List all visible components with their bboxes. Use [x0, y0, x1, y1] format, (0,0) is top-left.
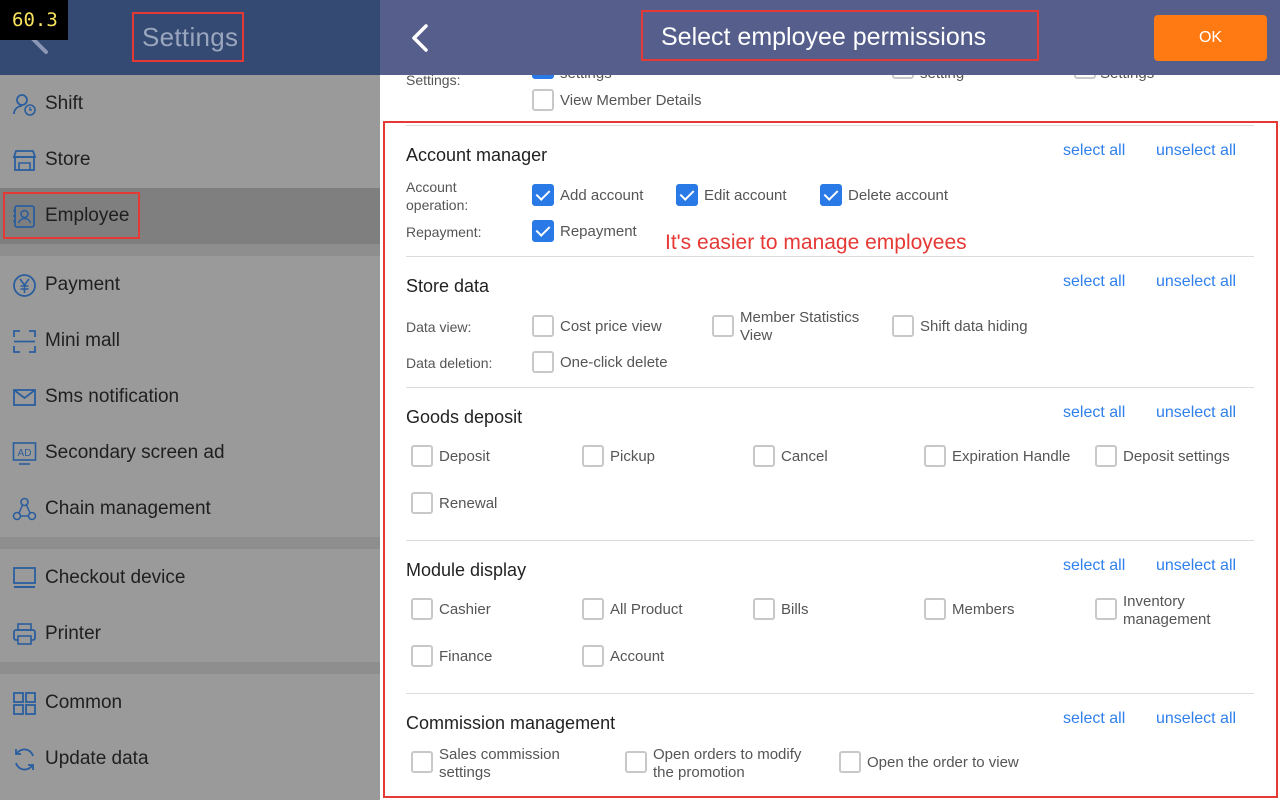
store-icon — [12, 148, 37, 173]
sidebar-item-mini-mall[interactable]: Mini mall — [0, 313, 380, 369]
view-member-details-checkbox[interactable] — [532, 89, 554, 111]
sidebar-item-chain-management[interactable]: Chain management — [0, 481, 380, 537]
sidebar-item-label: Secondary screen ad — [45, 442, 225, 463]
user-clock-icon — [12, 92, 37, 117]
sidebar-item-label: Store — [45, 149, 91, 170]
sidebar-item-label: Shift — [45, 93, 84, 114]
grid-icon — [12, 691, 37, 716]
sidebar-item-label: Update data — [45, 748, 149, 769]
chain-nodes-icon — [12, 497, 37, 522]
back-icon[interactable] — [408, 22, 432, 54]
sidebar-item-label: Payment — [45, 274, 120, 295]
monitor-icon — [12, 566, 37, 591]
sidebar-item-printer[interactable]: Printer — [0, 606, 380, 662]
mini-mall-icon — [12, 329, 37, 354]
sidebar-item-label: Sms notification — [45, 386, 180, 407]
sidebar-item-label: Common — [45, 692, 123, 713]
annotation-box-settings-title — [132, 12, 244, 62]
yen-circle-icon — [12, 273, 37, 298]
sidebar-divider — [0, 662, 380, 674]
sidebar-item-checkout-device[interactable]: Checkout device — [0, 550, 380, 606]
sidebar-item-sms-notification[interactable]: Sms notification — [0, 369, 380, 425]
ok-button[interactable]: OK — [1154, 15, 1267, 61]
sidebar-item-label: Printer — [45, 623, 101, 644]
permissions-content: Settings: settings setting Settings View… — [380, 0, 1280, 800]
sidebar-item-label: Chain management — [45, 498, 211, 519]
permissions-panel: Settings: settings setting Settings View… — [380, 0, 1280, 800]
sidebar-item-label: Mini mall — [45, 330, 120, 351]
sidebar-item-shift[interactable]: Shift — [0, 76, 380, 132]
sidebar-item-common[interactable]: Common — [0, 675, 380, 731]
annotation-box-employee — [3, 192, 140, 239]
sidebar-item-secondary-screen-ad[interactable]: AD Secondary screen ad — [0, 425, 380, 481]
view-member-details-label: View Member Details — [560, 92, 702, 109]
fps-counter: 60.3 — [0, 0, 68, 40]
annotation-box-permissions — [383, 121, 1278, 798]
printer-icon — [12, 622, 37, 647]
envelope-icon — [12, 385, 37, 410]
refresh-icon — [12, 747, 37, 772]
sidebar-item-update-data[interactable]: Update data — [0, 731, 380, 787]
sidebar-divider — [0, 244, 380, 256]
ad-icon: AD — [12, 441, 37, 466]
sidebar-item-label: Checkout device — [45, 567, 186, 588]
svg-text:AD: AD — [18, 448, 32, 459]
annotation-box-title — [641, 10, 1039, 61]
sidebar-item-store[interactable]: Store — [0, 132, 380, 188]
sidebar-divider — [0, 537, 380, 549]
panel-header: Select employee permissions OK — [380, 0, 1280, 75]
settings-sidebar: Settings 60.3 Shift Store Employee Payme… — [0, 0, 380, 800]
sidebar-item-payment[interactable]: Payment — [0, 257, 380, 313]
